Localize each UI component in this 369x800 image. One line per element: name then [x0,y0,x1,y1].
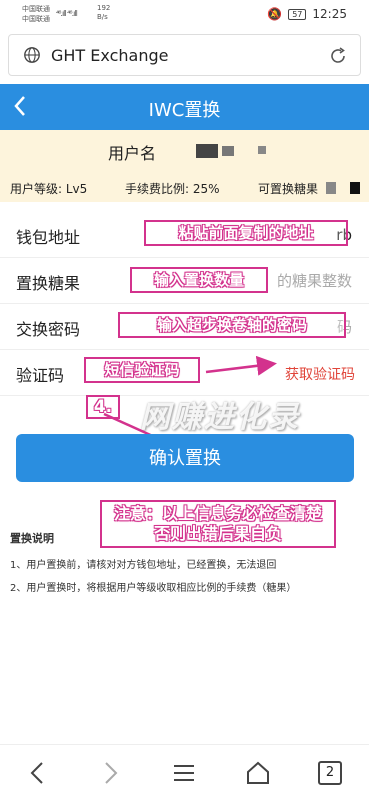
status-right: 🔕 57 12:25 [267,7,347,21]
menu-icon[interactable] [170,759,198,787]
annotation-code-text: 短信验证码 [104,361,180,379]
fee-ratio: 手续费比例: 25% [125,182,220,196]
page-title: IWC置换 [148,100,221,121]
network-speed: 192 B/s [97,4,110,22]
speed-unit: B/s [97,13,108,21]
watermark: 网赚进化录 [140,400,300,435]
exchangeable-candy: 可置换糖果 [258,182,319,196]
annotation-code: 短信验证码 [84,357,200,383]
battery-icon: 57 [288,9,307,20]
annotation-candy: 输入置换数量 [130,267,268,293]
browser-title: GHT Exchange [51,46,169,65]
password-label: 交换密码 [16,320,81,339]
notes-title: 置换说明 [10,532,54,545]
forward-nav-icon[interactable] [96,759,124,787]
confirm-exchange-button[interactable]: 确认置换 [16,434,354,482]
wallet-label: 钱包地址 [16,228,81,247]
candy-redacted [326,182,336,194]
annotation-password: 输入超步换卷轴的密码 [118,312,346,338]
carrier-names: 中国联通 中国联通 [22,4,50,24]
globe-icon [24,47,40,63]
page-header: IWC置换 [0,84,369,130]
clock: 12:25 [312,7,347,21]
back-nav-icon[interactable] [24,759,52,787]
browser-address-bar[interactable]: GHT Exchange [8,34,361,76]
mute-icon: 🔕 [267,7,283,21]
candy-redacted-2 [350,182,360,194]
notes-item-2: 2、用户置换时，将根据用户等级收取相应比例的手续费（糖果） [10,583,297,594]
candy-label: 置换糖果 [16,274,81,293]
username-redacted-3 [258,146,266,154]
signal-icon: ⁴⁶.ıll ⁴⁶.ıll [56,9,78,18]
username-label: 用户名 [108,144,157,163]
annotation-wallet: 粘贴前面复制的地址 [144,220,348,246]
step-marker: 4. [86,395,120,419]
user-level: 用户等级: Lv5 [10,182,88,196]
carrier-2: 中国联通 [22,15,50,23]
exchange-notes: 置换说明 1、用户置换前，请核对对方钱包地址，已经置换，无法退回 2、用户置换时… [10,530,360,602]
user-info-bar: 用户等级: Lv5 手续费比例: 25% 可置换糖果 [0,172,369,202]
notes-item-1: 1、用户置换前，请核对对方钱包地址，已经置换，无法退回 [10,560,277,571]
tabs-count-button[interactable]: 2 [318,761,342,785]
annotation-candy-text: 输入置换数量 [153,271,244,289]
code-label: 验证码 [16,366,65,385]
warning-line-1: 注意：以上信息务必检查清楚 [113,504,322,523]
annotation-password-text: 输入超步换卷轴的密码 [156,316,307,334]
reload-icon[interactable] [328,46,348,66]
carrier-1: 中国联通 [22,5,50,13]
browser-nav-bar: 2 [0,744,369,800]
get-code-button[interactable]: 获取验证码 [285,364,355,384]
username-redacted-2 [222,146,234,156]
user-bar: 用户名 [0,130,369,172]
speed-value: 192 [97,4,111,12]
home-icon[interactable] [244,759,272,787]
username-redacted [196,144,218,158]
status-bar: 中国联通 中国联通 ⁴⁶.ıll ⁴⁶.ıll 192 B/s 🔕 57 12:25 [0,0,369,30]
annotation-wallet-text: 粘贴前面复制的地址 [178,224,314,242]
